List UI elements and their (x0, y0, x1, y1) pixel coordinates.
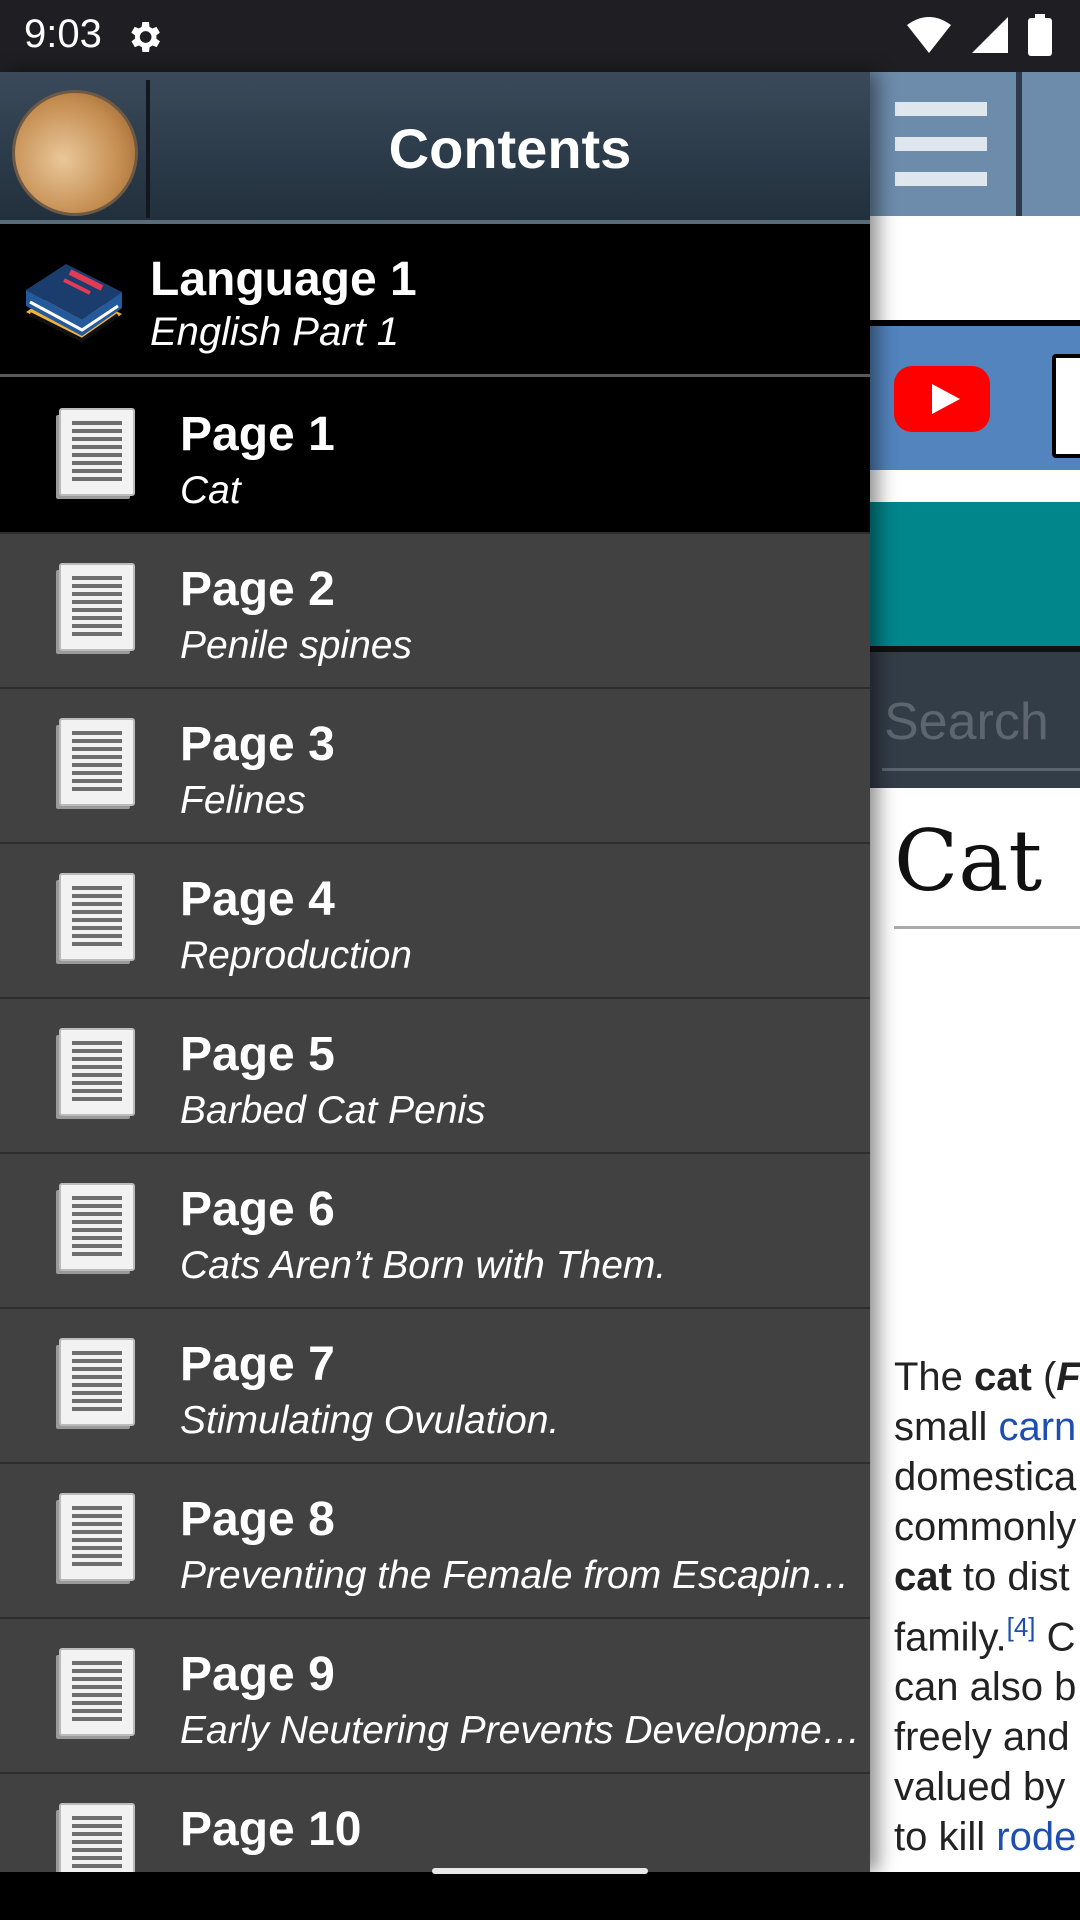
page-icon (56, 1028, 135, 1119)
article-link[interactable]: rode (996, 1815, 1076, 1859)
page-icon (56, 1648, 135, 1739)
article-line: to kill rode (894, 1812, 1080, 1862)
gear-icon (131, 22, 160, 52)
page-subtitle: Reproduction (180, 934, 412, 977)
article-title: Cat (894, 812, 1043, 910)
section-language-1[interactable]: Language 1 English Part 1 (0, 224, 870, 377)
page-title: Page 7 (180, 1338, 335, 1391)
page-title: Page 2 (180, 563, 335, 616)
status-time: 9:03 (24, 12, 102, 56)
article-line: can also b (894, 1662, 1080, 1712)
page-subtitle: Penile spines (180, 624, 412, 667)
article-text: ( (1031, 1355, 1057, 1399)
article-line: family.[4] C (894, 1602, 1080, 1662)
page-item[interactable]: Page 9 Early Neutering Prevents Developm… (0, 1617, 870, 1774)
article-text: commonly (894, 1505, 1077, 1549)
article-line: The cat (F (894, 1352, 1080, 1402)
section-title: Language 1 (150, 253, 417, 306)
ad-banner (870, 216, 1080, 320)
menu-icon[interactable] (870, 72, 1016, 216)
article-line: domestica (894, 1452, 1080, 1502)
article-link[interactable]: carn (998, 1405, 1076, 1449)
article-line: small carn (894, 1402, 1080, 1452)
status-bar: 9:03 (0, 0, 1080, 72)
battery-icon (1028, 14, 1052, 56)
page-subtitle: Stimulating Ovulation. (180, 1399, 560, 1442)
article-text: cat (974, 1355, 1032, 1399)
drawer-title: Contents (388, 117, 632, 180)
home-handle[interactable] (432, 1868, 648, 1874)
article-text: valued by (894, 1765, 1066, 1810)
article-text: F (1056, 1355, 1080, 1399)
page-icon (56, 1803, 135, 1872)
page-icon (56, 408, 135, 499)
search-input[interactable]: Search (884, 692, 1049, 752)
page-title: Page 3 (180, 718, 335, 771)
page-subtitle: Cat (180, 469, 241, 512)
article-link[interactable]: [4] (1007, 1612, 1036, 1642)
page-subtitle: Barbed Cat Penis (180, 1089, 486, 1132)
teal-banner (870, 502, 1080, 646)
search-underline (882, 768, 1080, 771)
article-text: freely and (894, 1715, 1070, 1760)
article-line: freely and (894, 1712, 1080, 1762)
page-icon (56, 1493, 135, 1584)
page-title: Page 9 (180, 1648, 335, 1701)
youtube-icon[interactable] (894, 366, 990, 432)
page-item[interactable]: Page 7 Stimulating Ovulation. (0, 1307, 870, 1464)
article-text: family. (894, 1615, 1007, 1660)
page-item[interactable]: Page 4 Reproduction (0, 842, 870, 999)
page-title: Page 8 (180, 1493, 335, 1546)
page-subtitle: Felines (180, 779, 306, 822)
page-title: Page 5 (180, 1028, 335, 1081)
page-title: Page 1 (180, 408, 335, 461)
toolbar-button[interactable] (1022, 72, 1080, 216)
document-icon[interactable] (1052, 354, 1080, 458)
section-subtitle: English Part 1 (150, 310, 400, 354)
article-line: valued by (894, 1762, 1080, 1812)
title-rule (894, 926, 1080, 929)
cat-avatar (12, 90, 138, 216)
page-subtitle: Preventing the Female from Escapin… (180, 1554, 850, 1597)
page-icon (56, 563, 135, 654)
page-item[interactable]: Page 5 Barbed Cat Penis (0, 997, 870, 1154)
page-item[interactable]: Page 1 Cat (0, 377, 870, 534)
article-text: domestica (894, 1455, 1077, 1499)
article-text: The (894, 1355, 975, 1399)
page-icon (56, 1183, 135, 1274)
books-icon (26, 264, 122, 343)
navigation-bar (0, 1872, 1080, 1920)
page-item[interactable]: Page 2 Penile spines (0, 532, 870, 689)
article-text: to kill (894, 1815, 997, 1860)
page-item[interactable]: Page 10 (0, 1772, 870, 1872)
signal-icon (972, 17, 1008, 53)
navigation-drawer: Contents Language 1 English Part 1 Page … (0, 72, 870, 1872)
wifi-icon (907, 17, 951, 53)
page-item[interactable]: Page 8 Preventing the Female from Escapi… (0, 1462, 870, 1619)
page-title: Page 6 (180, 1183, 335, 1236)
article-text: cat (894, 1555, 952, 1599)
page-item[interactable]: Page 6 Cats Aren’t Born with Them. (0, 1152, 870, 1309)
article-line: cat to dist (894, 1552, 1080, 1602)
page-icon (56, 873, 135, 964)
article-body: The cat (F small carn domestica commonly cat… (894, 1352, 1080, 1862)
page-subtitle: Early Neutering Prevents Developme… (180, 1709, 861, 1752)
drawer-header: Contents (0, 72, 870, 224)
article-text: to dist (951, 1555, 1070, 1599)
page-icon (56, 1338, 135, 1429)
page-title: Page 4 (180, 873, 335, 926)
article-panel: Search Cat The cat (F small carn domestica… (870, 72, 1080, 1872)
article-line: commonly (894, 1502, 1080, 1552)
page-subtitle: Cats Aren’t Born with Them. (180, 1244, 667, 1287)
article-text: can also b (894, 1665, 1077, 1710)
page-title: Page 10 (180, 1803, 362, 1856)
page-item[interactable]: Page 3 Felines (0, 687, 870, 844)
article-text: small (894, 1405, 999, 1449)
article-text: C (1035, 1615, 1076, 1660)
page-icon (56, 718, 135, 809)
